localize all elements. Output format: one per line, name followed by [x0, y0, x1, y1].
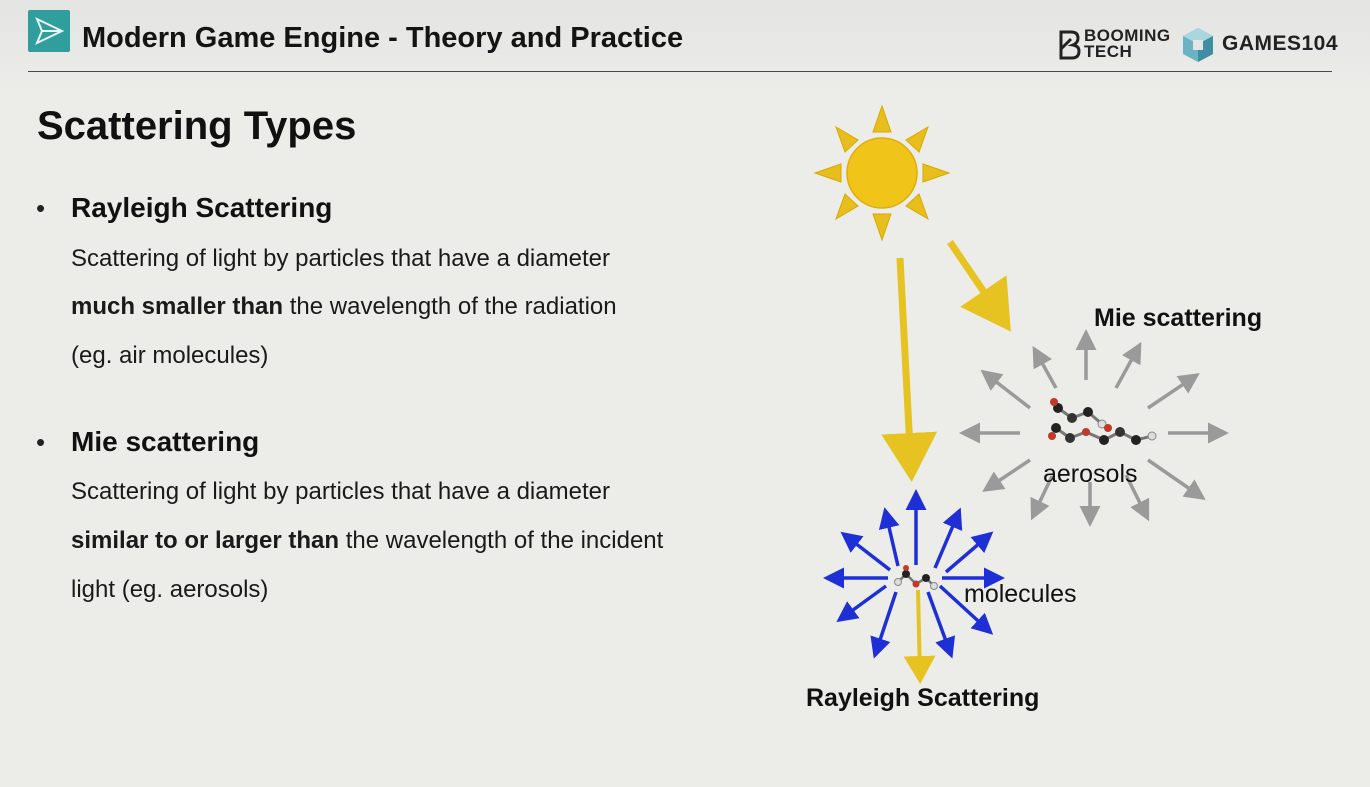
aerosol-molecule-icon [1048, 398, 1157, 445]
brand-tech-text: TECH [1084, 42, 1133, 61]
mie-scattering-label: Mie scattering [1094, 304, 1263, 332]
scattering-diagram: Mie scattering aerosols molecules Raylei… [790, 90, 1350, 730]
incident-light-arrow [881, 257, 938, 482]
slide-title: Scattering Types [37, 104, 357, 148]
brand-games104-text: GAMES104 [1222, 32, 1339, 55]
sun-icon [813, 104, 951, 242]
rayleigh-scattering-label: Rayleigh Scattering [806, 684, 1040, 712]
mie-line-2: similar to or larger than the wavelength… [71, 527, 663, 555]
course-title: Modern Game Engine - Theory and Practice [82, 22, 684, 54]
paper-plane-logo-icon [28, 10, 70, 52]
slide-header: Modern Game Engine - Theory and Practice… [0, 0, 1370, 72]
bullet-marker: • [36, 427, 46, 457]
rayleigh-line-2: much smaller than the wavelength of the … [71, 293, 617, 321]
incident-light-arrow [947, 240, 1011, 332]
air-molecule-icon [894, 565, 938, 590]
mie-scatter-arrows [959, 329, 1229, 527]
rayleigh-line-1: Scattering of light by particles that ha… [71, 245, 610, 272]
mie-line-1: Scattering of light by particles that ha… [71, 478, 610, 505]
rayleigh-line-2-rest: the wavelength of the radiation [283, 293, 617, 320]
rayleigh-emphasis: much smaller than [71, 293, 284, 320]
games104-logo: GAMES104 [1180, 26, 1339, 64]
rayleigh-scatter-arrows [823, 489, 1005, 659]
bullet-marker: • [36, 193, 46, 223]
mie-line-2-rest: the wavelength of the incident [339, 527, 664, 554]
header-divider [28, 71, 1332, 72]
mie-line-3: light (eg. aerosols) [71, 576, 269, 603]
booming-tech-mark-icon [1059, 30, 1081, 60]
aerosols-label: aerosols [1043, 460, 1138, 488]
molecules-label: molecules [964, 580, 1077, 608]
games104-cube-icon [1183, 28, 1213, 62]
booming-tech-logo: BOOMING TECH [1058, 27, 1170, 62]
rayleigh-line-3: (eg. air molecules) [71, 342, 269, 369]
rayleigh-heading: Rayleigh Scattering [71, 192, 333, 223]
transmitted-light-arrow [903, 589, 936, 684]
mie-heading: Mie scattering [71, 426, 260, 457]
mie-emphasis: similar to or larger than [71, 527, 340, 554]
